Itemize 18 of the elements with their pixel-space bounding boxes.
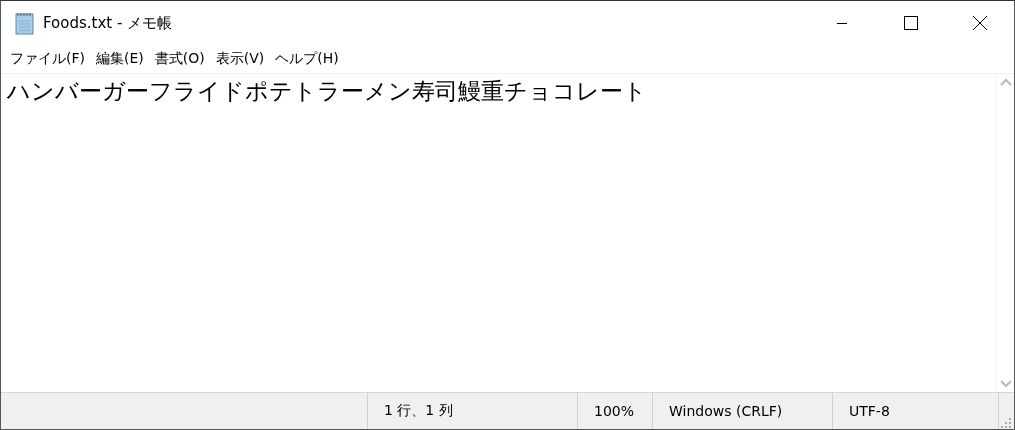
menu-item[interactable]: 編集(E)	[91, 48, 149, 70]
menu-item[interactable]: ヘルプ(H)	[270, 48, 344, 70]
resize-grip-icon[interactable]	[1000, 417, 1012, 429]
menu-item[interactable]: 書式(O)	[149, 48, 210, 70]
scroll-up-icon[interactable]	[999, 78, 1012, 86]
status-text: 1 行、1 列	[368, 393, 578, 429]
menu-item[interactable]: 表示(V)	[210, 48, 270, 70]
maximize-icon	[902, 15, 919, 31]
scrollbar[interactable]	[996, 74, 1014, 392]
status-text: Windows (CRLF)	[653, 393, 833, 429]
scroll-down-icon[interactable]	[999, 380, 1012, 388]
notepad-icon	[13, 11, 37, 35]
text-area[interactable]: ハンバーガーフライドポテトラーメン寿司鰻重チョコレート	[1, 74, 996, 392]
status-text: 100%	[578, 393, 653, 429]
close-icon	[971, 15, 988, 31]
status-text: UTF-8	[833, 393, 999, 429]
menu-item[interactable]: ファイル(F)	[5, 48, 90, 70]
window-title: Foods.txt - メモ帳	[43, 13, 174, 33]
